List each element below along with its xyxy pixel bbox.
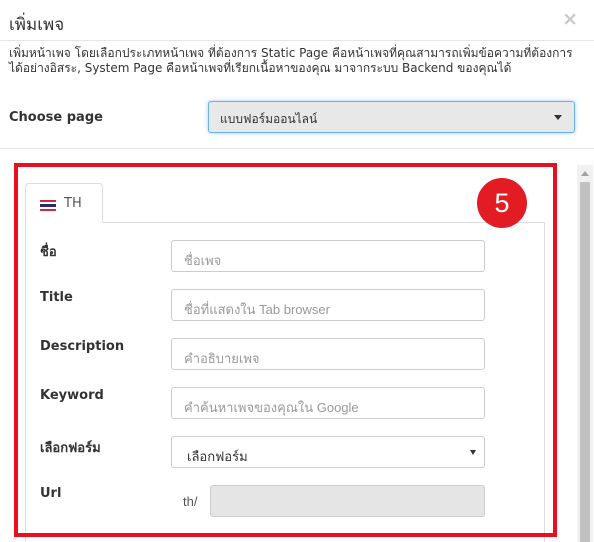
choose-page-selected-value: แบบฟอร์มออนไลน์ — [220, 112, 318, 126]
choose-page-select[interactable]: แบบฟอร์มออนไลน์ — [208, 101, 575, 133]
modal-title: เพิ่มเพจ — [9, 15, 65, 35]
scrollbar-thumb[interactable] — [580, 182, 590, 542]
section-divider — [0, 148, 594, 149]
scroll-up-arrow-icon[interactable] — [581, 171, 589, 176]
close-icon[interactable]: × — [562, 9, 578, 29]
highlight-frame — [14, 163, 557, 537]
choose-page-label: Choose page — [9, 110, 103, 125]
page-type-description: เพิ่มหน้าเพจ โดยเลือกประเภทหน้าเพจ ที่ต้… — [9, 46, 573, 75]
caret-down-icon — [554, 115, 562, 120]
header-divider — [0, 40, 594, 41]
